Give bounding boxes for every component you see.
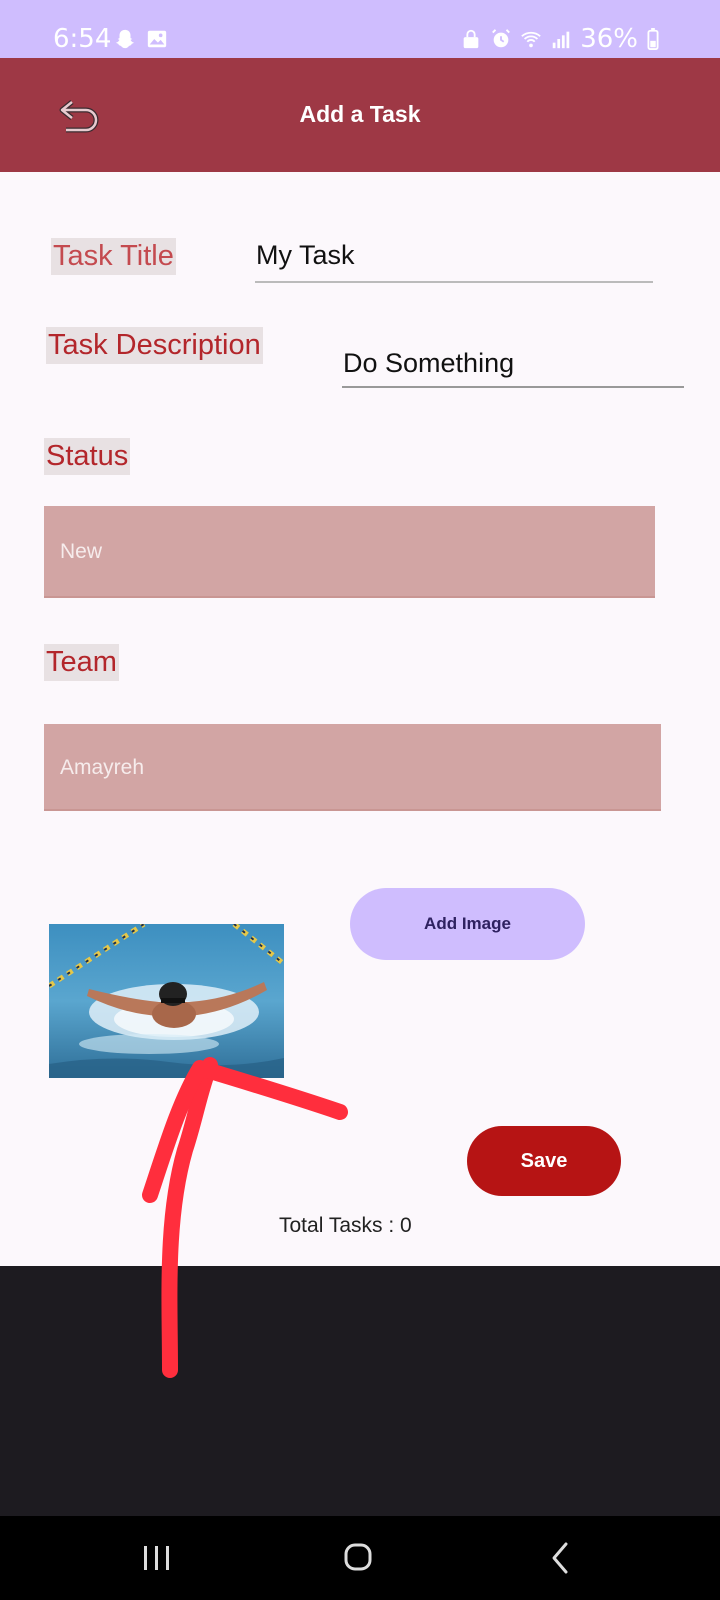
status-time: 6:54 (53, 24, 112, 54)
alarm-icon (492, 29, 511, 48)
task-image-preview (49, 924, 284, 1078)
system-navigation-bar (0, 1516, 720, 1600)
status-bar: 6:54 36% (0, 0, 720, 58)
snapchat-icon (115, 29, 135, 49)
signal-icon (552, 31, 570, 49)
app-bar: Add a Task (0, 58, 720, 172)
task-title-label: Task Title (51, 238, 176, 275)
task-title-underline (255, 281, 653, 283)
status-label: Status (44, 438, 131, 475)
back-icon[interactable] (536, 1536, 586, 1580)
lock-icon (463, 29, 479, 49)
home-icon[interactable] (333, 1536, 383, 1580)
task-description-input[interactable]: Do Something (343, 348, 514, 379)
team-dropdown[interactable]: Amayreh (44, 724, 661, 811)
team-label: Team (44, 644, 119, 681)
add-image-button[interactable]: Add Image (350, 888, 585, 960)
save-button[interactable]: Save (467, 1126, 621, 1196)
image-icon (147, 30, 167, 48)
team-selected-value: Amayreh (60, 756, 145, 779)
task-title-input[interactable]: My Task (256, 240, 355, 271)
total-tasks-text: Total Tasks : 0 (279, 1214, 412, 1237)
battery-icon (647, 28, 659, 50)
battery-percentage: 36% (580, 24, 638, 54)
status-selected-value: New (60, 540, 103, 563)
task-description-label: Task Description (46, 327, 263, 364)
wifi-icon (521, 31, 541, 48)
page-title: Add a Task (299, 101, 421, 127)
task-description-underline (342, 386, 684, 388)
recents-icon[interactable] (132, 1536, 182, 1580)
status-dropdown[interactable]: New (44, 506, 655, 598)
